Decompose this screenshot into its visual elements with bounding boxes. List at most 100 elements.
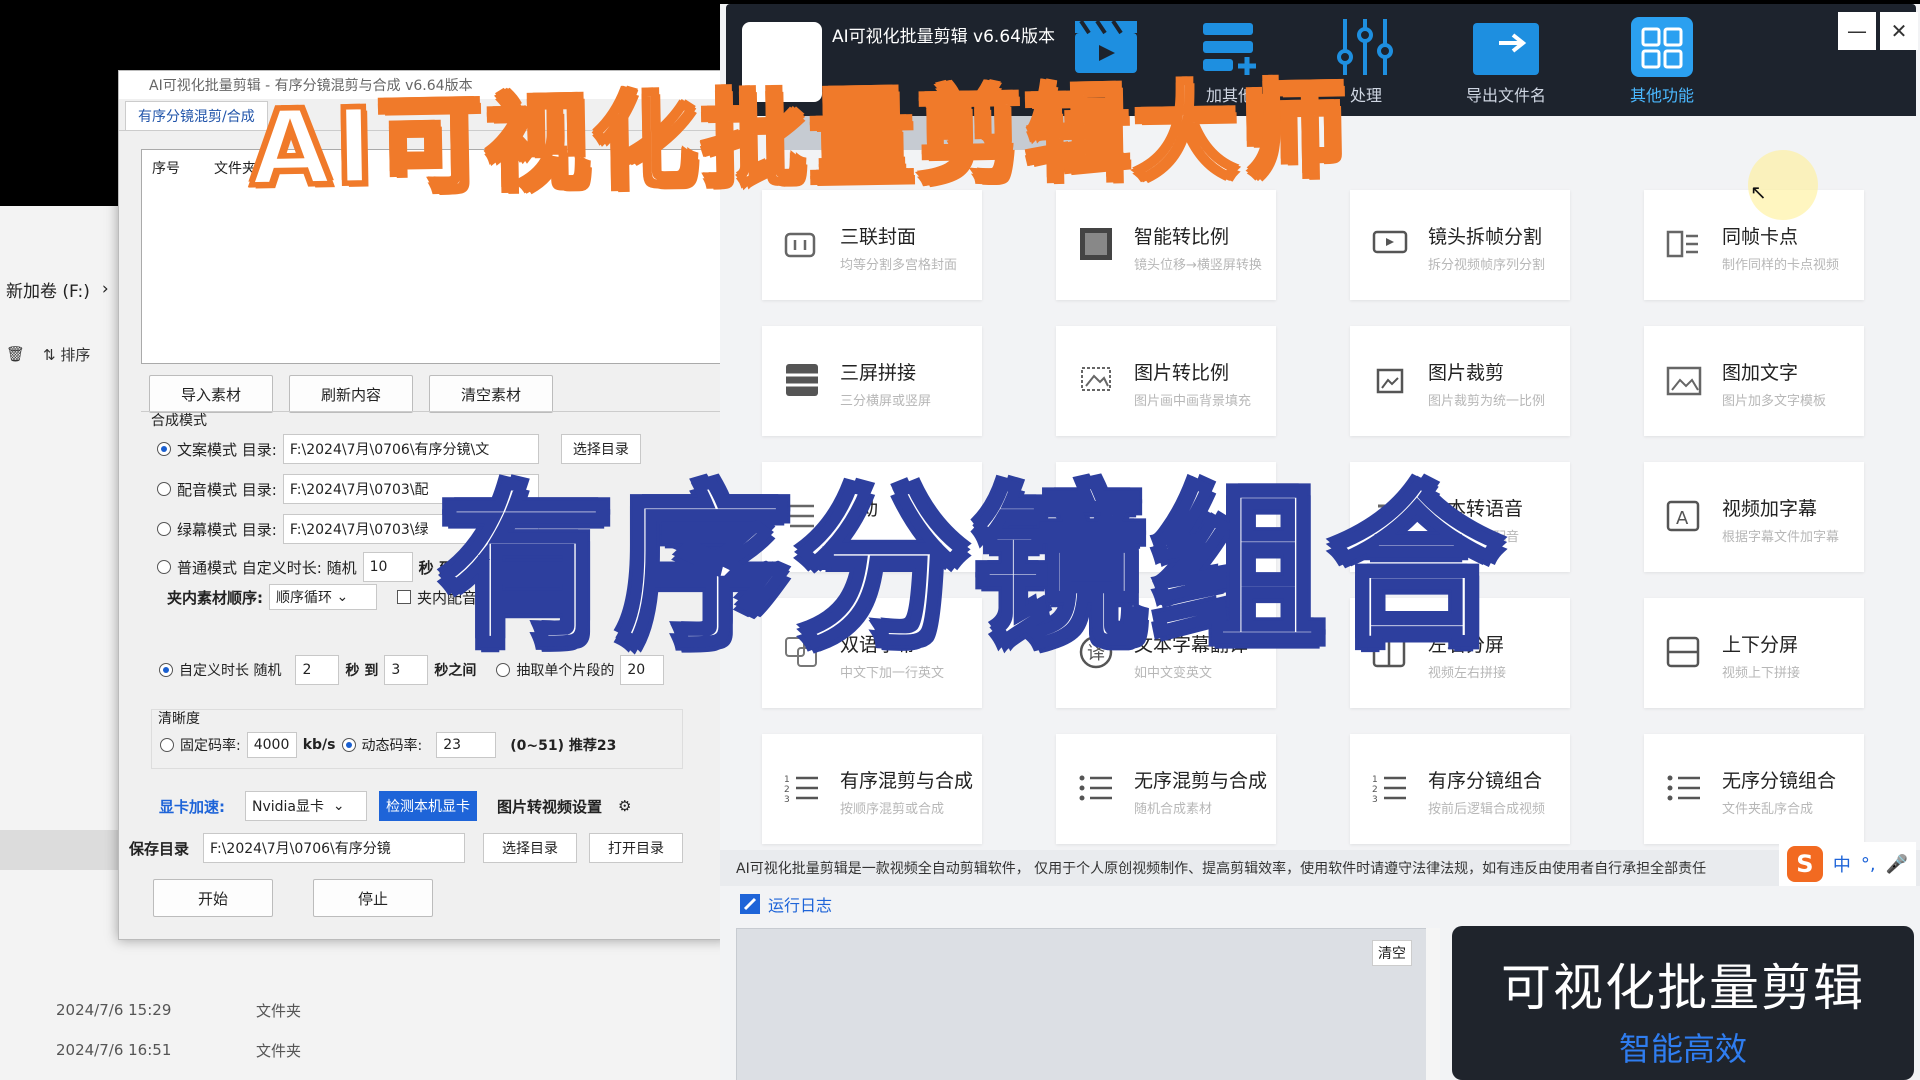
minimize-button[interactable]: — — [1838, 12, 1876, 50]
feature-card[interactable]: 图片裁剪 图片裁剪为统一比例 — [1350, 326, 1570, 436]
duration-field[interactable]: 10 — [362, 552, 413, 582]
mode-row-normal[interactable]: 普通模式 自定义时长: 随机 10 秒 到 — [157, 552, 454, 582]
feature-title: 无序分镜组合 — [1722, 770, 1837, 792]
feature-subtitle: 均等分割多宫格封面 — [840, 258, 958, 273]
mouse-cursor-icon — [1748, 150, 1818, 220]
promo-subtitle: 智能高效 — [1618, 1030, 1747, 1068]
gpu-select[interactable]: Nvidia显卡 ⌄ — [245, 791, 367, 821]
radio-button[interactable] — [341, 738, 356, 752]
feature-card[interactable]: 图片转比例图片画中画背景填充 — [1056, 326, 1276, 436]
mode-label: 普通模式 自定义时长: 随机 — [177, 558, 357, 577]
log-scrollbar[interactable] — [1426, 928, 1440, 1080]
log-label: 运行日志 — [768, 896, 833, 915]
feature-subtitle: 图片画中画背景填充 — [1134, 394, 1252, 409]
nav-other-functions[interactable]: 其他功能 — [1602, 16, 1722, 116]
max-field[interactable]: 3 — [384, 655, 429, 685]
clear-log-button[interactable]: 清空 — [1372, 940, 1412, 966]
feature-title: 智能转比例 — [1134, 226, 1230, 248]
custom-duration-label: 自定义时长 随机 — [179, 663, 282, 679]
radio-button[interactable] — [157, 522, 171, 536]
feature-subtitle: 视频上下拼接 — [1722, 666, 1801, 681]
radio-button[interactable] — [157, 482, 171, 496]
to-label: 秒 到 — [345, 663, 379, 679]
mode-label: 配音模式 目录: — [177, 480, 277, 499]
feature-subtitle: 随机合成素材 — [1134, 802, 1213, 817]
quality-group: 清晰度 固定码率: 4000 kb/s 动态码率: 23 (0~51) 推荐23 — [151, 709, 683, 769]
ordered-list-icon: 123 — [1368, 766, 1412, 810]
pen-icon — [740, 894, 760, 914]
start-button[interactable]: 开始 — [153, 879, 273, 917]
feature-card[interactable]: 无序分镜组合文件夹乱序合成 — [1644, 734, 1864, 844]
order-select[interactable]: 顺序循环 ⌄ — [269, 584, 377, 610]
feature-card[interactable]: 同帧卡点 制作同样的卡点视频 — [1644, 190, 1864, 300]
feature-card[interactable]: A 视频加字幕 根据字幕文件加字幕 — [1644, 462, 1864, 572]
detect-gpu-button[interactable]: 检测本机显卡 — [379, 791, 477, 821]
svg-text:A: A — [1676, 508, 1689, 529]
grid-icon — [1627, 16, 1697, 78]
radio-button[interactable] — [160, 738, 174, 752]
microphone-icon[interactable]: 🎤 — [1886, 854, 1908, 875]
feature-subtitle: 根据字幕文件加字幕 — [1722, 530, 1840, 545]
feature-card[interactable]: 三联封面 均等分割多宫格封面 — [762, 190, 982, 300]
column-header: 序号 — [152, 161, 180, 177]
feature-card[interactable]: 无序混剪与合成 随机合成素材 — [1056, 734, 1276, 844]
svg-text:1: 1 — [784, 775, 790, 785]
list-item[interactable]: 2024/7/6 15:29 文件夹 — [0, 990, 740, 1030]
subtitle-add-icon: A — [1662, 494, 1706, 538]
ime-punct[interactable]: °, — [1861, 854, 1876, 875]
feature-title: 三屏拼接 — [840, 362, 917, 384]
radio-button[interactable] — [157, 560, 171, 574]
feature-title: 有序混剪与合成 — [840, 770, 974, 792]
gpu-value: Nvidia显卡 — [252, 799, 325, 815]
feature-card[interactable]: 1 2 3 有序混剪与合成 按顺序混剪或合成 — [762, 734, 982, 844]
img2video-label: 图片转视频设置 — [497, 797, 603, 816]
save-path-field[interactable]: F:\2024\7月\0706\有序分镜 — [203, 833, 466, 863]
feature-card[interactable]: 1 2 3 有序分镜组合 按前后逻辑合成视频 — [1350, 734, 1570, 844]
feature-subtitle: 三分横屏或竖屏 — [840, 394, 932, 409]
feature-card[interactable]: 上下分屏 视频上下拼接 — [1644, 598, 1864, 708]
save-label: 保存目录 — [129, 839, 190, 858]
import-button[interactable]: 导入素材 — [149, 375, 273, 413]
radio-button[interactable] — [157, 442, 171, 456]
radio-button[interactable] — [159, 663, 173, 677]
refresh-button[interactable]: 刷新内容 — [289, 375, 413, 413]
bitrate-field[interactable]: 4000 — [246, 732, 297, 758]
export-icon — [1471, 16, 1541, 78]
trash-icon[interactable]: 🗑 — [6, 345, 25, 363]
beat-sync-icon — [1662, 222, 1706, 266]
feature-card[interactable]: 三屏拼接三分横屏或竖屏 — [762, 326, 982, 436]
crf-stepper[interactable]: 23 — [436, 732, 497, 758]
fixed-label: 固定码率: — [180, 738, 241, 754]
feature-card[interactable]: 镜头拆帧分割 拆分视频帧序列分割 — [1350, 190, 1570, 300]
order-label: 夹内素材顺序: — [167, 588, 263, 607]
unordered-list-icon — [1662, 766, 1706, 810]
gear-icon[interactable]: ⚙ — [618, 797, 631, 815]
feature-card[interactable]: 智能转比例 镜头位移→横竖屏转换 — [1056, 190, 1276, 300]
open-dir-button[interactable]: 打开目录 — [589, 833, 684, 863]
min-field[interactable]: 2 — [295, 655, 340, 685]
film-split-icon — [1368, 222, 1412, 266]
ime-lang[interactable]: 中 — [1833, 851, 1851, 877]
feature-title: 图片转比例 — [1134, 362, 1230, 384]
chevron-right-icon: › — [101, 279, 109, 299]
list-item[interactable]: 2024/7/6 16:51 文件夹 — [0, 1030, 740, 1070]
sort-button[interactable]: ⇅ 排序 — [43, 344, 90, 365]
unordered-list-icon — [1074, 766, 1118, 810]
feature-title: 同帧卡点 — [1722, 226, 1799, 248]
feature-title: 有序分镜组合 — [1428, 770, 1543, 792]
close-button[interactable]: ✕ — [1880, 12, 1918, 50]
ime-toolbar[interactable]: S 中 °, 🎤 — [1778, 842, 1916, 886]
clear-button[interactable]: 清空素材 — [429, 375, 553, 413]
feature-subtitle: 图片裁剪为统一比例 — [1428, 394, 1546, 409]
tab-ordered-storyboard[interactable]: 有序分镜混剪/合成 — [125, 101, 268, 130]
image-crop-icon — [1368, 358, 1412, 402]
stop-button[interactable]: 停止 — [313, 879, 433, 917]
address-bar[interactable]: 新加卷 (F:) › — [0, 269, 120, 309]
checkbox[interactable] — [397, 590, 411, 604]
banner-title: AI可视化批量剪辑大师 — [247, 66, 1353, 212]
feature-subtitle: 文件夹乱序合成 — [1722, 802, 1814, 817]
save-choose-button[interactable]: 选择目录 — [483, 833, 578, 863]
feature-card[interactable]: 图加文字 图片加多文字模板 — [1644, 326, 1864, 436]
log-textarea[interactable] — [736, 928, 1436, 1080]
nav-export-filename[interactable]: 导出文件名 — [1446, 16, 1566, 116]
